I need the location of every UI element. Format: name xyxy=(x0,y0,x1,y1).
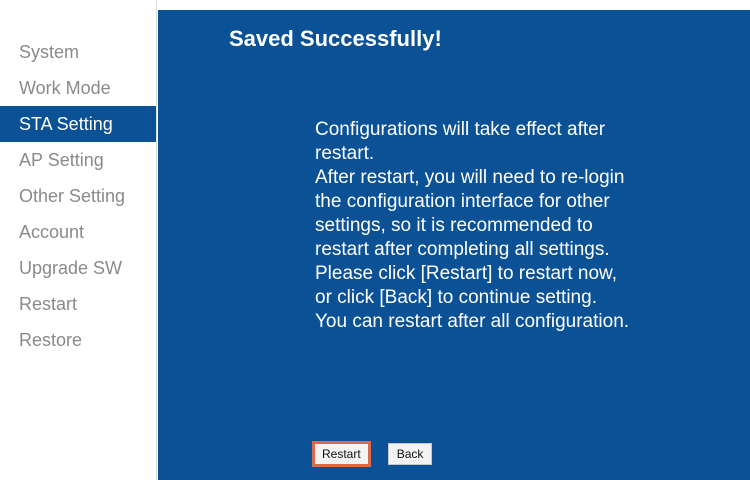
sidebar-item-restore[interactable]: Restore xyxy=(0,322,156,358)
sidebar-item-work-mode[interactable]: Work Mode xyxy=(0,70,156,106)
message-line: settings, so it is recommended to xyxy=(315,215,593,236)
message-line: or click [Back] to continue setting. xyxy=(315,287,597,308)
content-panel: Saved Successfully! Configurations will … xyxy=(158,10,750,480)
message-line: Please click [Restart] to restart now, xyxy=(315,263,618,284)
page: System Work Mode STA Setting AP Setting … xyxy=(0,0,750,480)
page-title: Saved Successfully! xyxy=(229,26,442,51)
action-buttons: Restart Back xyxy=(312,441,433,467)
sidebar-item-account[interactable]: Account xyxy=(0,214,156,250)
message-line: restart after completing all settings. xyxy=(315,239,610,260)
message-line: Configurations will take effect after xyxy=(315,119,606,140)
message-line: You can restart after all configuration. xyxy=(315,311,630,332)
message-line: restart. xyxy=(315,143,375,164)
restart-button[interactable]: Restart xyxy=(312,441,371,467)
sidebar-item-upgrade-sw[interactable]: Upgrade SW xyxy=(0,250,156,286)
back-button[interactable]: Back xyxy=(387,443,433,465)
message-line: the configuration interface for other xyxy=(315,191,610,212)
sidebar-item-ap-setting[interactable]: AP Setting xyxy=(0,142,156,178)
message-line: After restart, you will need to re-login xyxy=(315,167,625,188)
sidebar-item-system[interactable]: System xyxy=(0,34,156,70)
sidebar-item-restart[interactable]: Restart xyxy=(0,286,156,322)
sidebar-item-other-setting[interactable]: Other Setting xyxy=(0,178,156,214)
sidebar-nav: System Work Mode STA Setting AP Setting … xyxy=(0,0,157,480)
sidebar-item-sta-setting[interactable]: STA Setting xyxy=(0,106,156,142)
restart-message: Configurations will take effect after re… xyxy=(315,118,745,334)
